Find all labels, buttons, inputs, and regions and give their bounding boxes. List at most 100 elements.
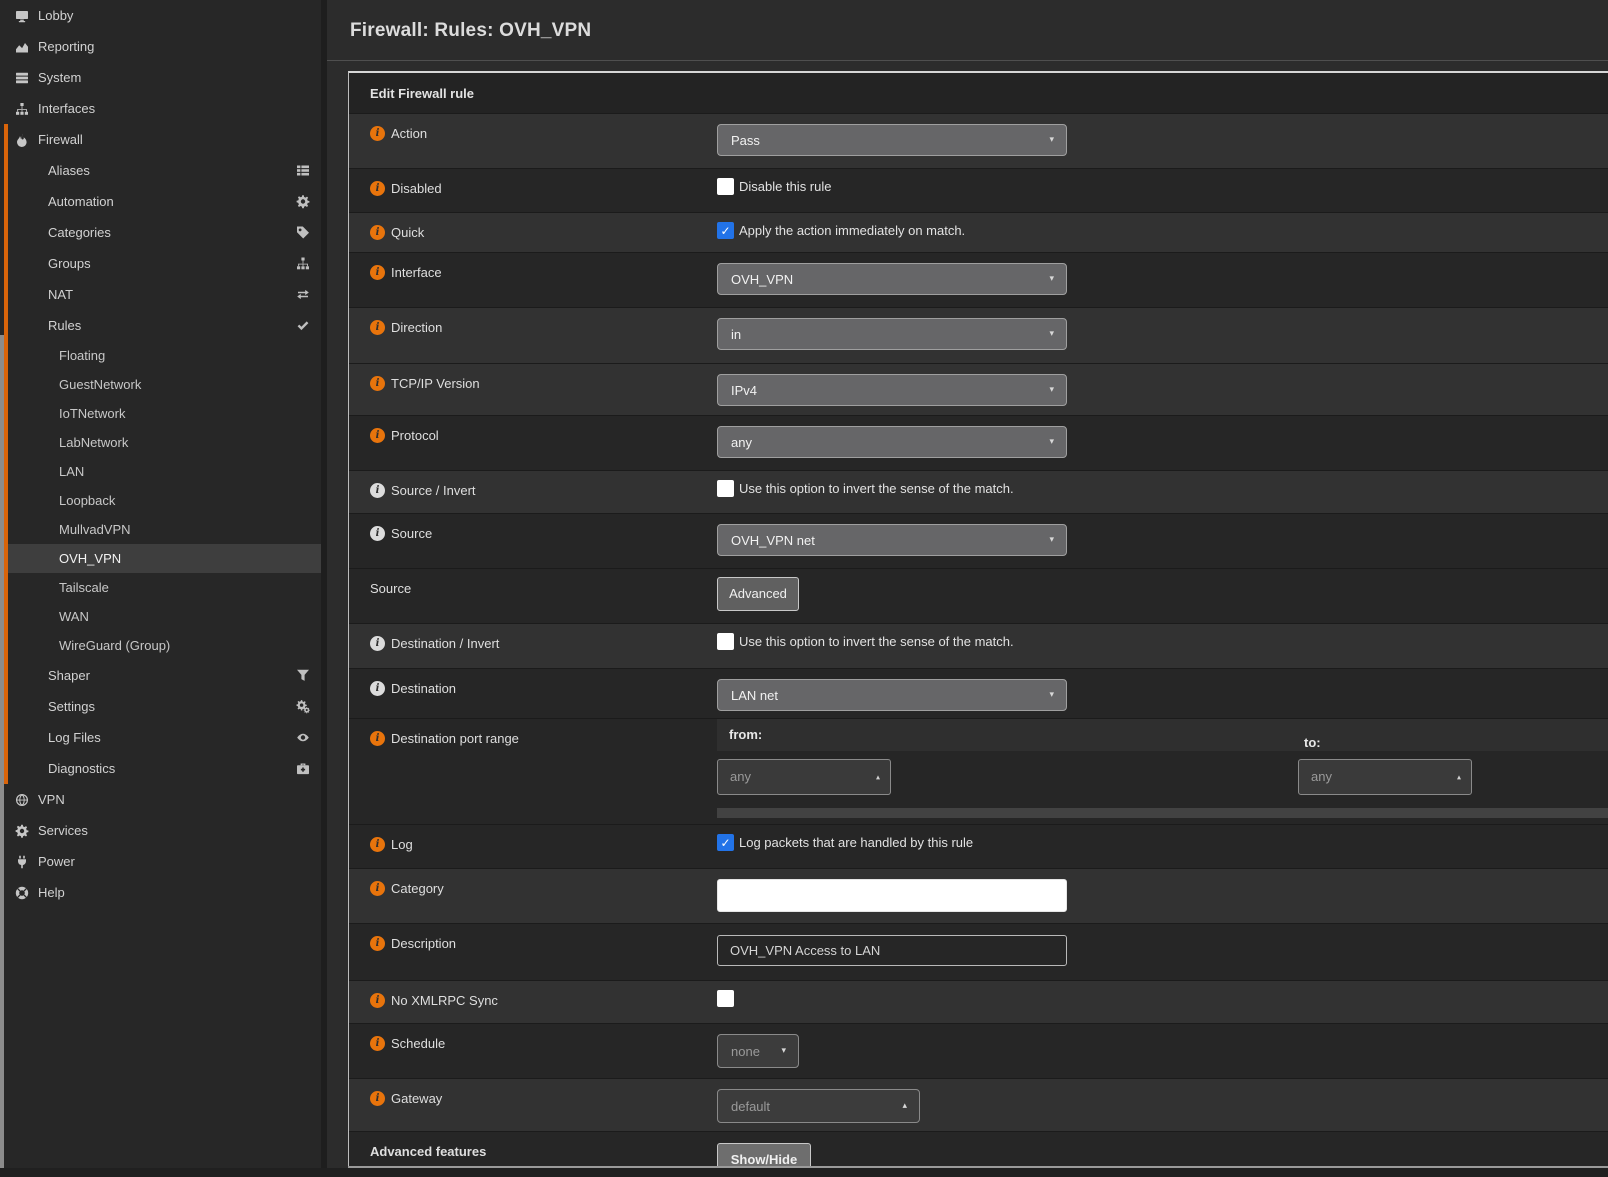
- sidebar-item-diagnostics[interactable]: Diagnostics: [0, 753, 321, 784]
- direction-select[interactable]: in▾: [717, 318, 1067, 350]
- label-cell-destination-port-range: i Destination port range: [349, 719, 717, 824]
- sidebar-item-firewall[interactable]: Firewall: [0, 124, 321, 155]
- sidebar-item-wireguard-group[interactable]: WireGuard (Group): [0, 631, 321, 660]
- sidebar-item-nat[interactable]: NAT: [0, 279, 321, 310]
- source-invert-checkbox[interactable]: [717, 480, 734, 497]
- sidebar-item-ovh-vpn[interactable]: OVH_VPN: [8, 544, 321, 573]
- action-select[interactable]: Pass▾: [717, 124, 1067, 156]
- sidebar-item-system[interactable]: System: [0, 62, 321, 93]
- info-icon[interactable]: i: [370, 376, 385, 391]
- sidebar-item-mullvadvpn[interactable]: MullvadVPN: [0, 515, 321, 544]
- info-icon[interactable]: i: [370, 181, 385, 196]
- info-icon[interactable]: i: [370, 483, 385, 498]
- destination-invert-checkbox[interactable]: [717, 633, 734, 650]
- gear-icon: [295, 194, 311, 209]
- sidebar-item-categories[interactable]: Categories: [0, 217, 321, 248]
- sidebar-item-settings[interactable]: Settings: [0, 691, 321, 722]
- port-from-select[interactable]: any▴: [717, 759, 891, 795]
- info-icon[interactable]: i: [370, 837, 385, 852]
- info-icon[interactable]: i: [370, 731, 385, 746]
- info-icon[interactable]: i: [370, 428, 385, 443]
- log-checkbox[interactable]: ✓: [717, 834, 734, 851]
- tcpip-version-select[interactable]: IPv4▾: [717, 374, 1067, 406]
- description-input[interactable]: [717, 935, 1067, 966]
- no-xmlrpc-sync-checkbox[interactable]: [717, 990, 734, 1007]
- sidebar-item-floating[interactable]: Floating: [0, 341, 321, 370]
- sidebar-item-automation[interactable]: Automation: [0, 186, 321, 217]
- sidebar-item-help[interactable]: Help: [0, 877, 321, 908]
- label-cell-tcpip-version: iTCP/IP Version: [349, 364, 717, 415]
- port-to-select[interactable]: any▴: [1298, 759, 1472, 795]
- info-icon[interactable]: i: [370, 1036, 385, 1051]
- sidebar-item-lobby[interactable]: Lobby: [0, 0, 321, 31]
- field-label: Category: [391, 881, 444, 897]
- sidebar-item-guestnetwork[interactable]: GuestNetwork: [0, 370, 321, 399]
- info-icon[interactable]: i: [370, 225, 385, 240]
- field-label: Gateway: [391, 1091, 442, 1107]
- sidebar-item-shaper[interactable]: Shaper: [0, 660, 321, 691]
- label-cell-action: iAction: [349, 114, 717, 168]
- field-label: Advanced features: [370, 1144, 486, 1160]
- sidebar-item-groups[interactable]: Groups: [0, 248, 321, 279]
- sidebar-item-rules[interactable]: Rules: [0, 310, 321, 341]
- field-label: Description: [391, 936, 456, 952]
- info-icon[interactable]: i: [370, 681, 385, 696]
- port-range-scrollbar[interactable]: [717, 808, 1608, 818]
- info-icon[interactable]: i: [370, 320, 385, 335]
- gateway-select[interactable]: default▴: [717, 1089, 920, 1123]
- info-icon[interactable]: i: [370, 1091, 385, 1106]
- category-input[interactable]: [717, 879, 1067, 912]
- row-disabled: iDisabledDisable this rule: [349, 168, 1608, 212]
- sidebar-item-vpn[interactable]: VPN: [0, 784, 321, 815]
- sidebar-item-loopback[interactable]: Loopback: [0, 486, 321, 515]
- sidebar-item-tailscale[interactable]: Tailscale: [0, 573, 321, 602]
- sidebar-item-services[interactable]: Services: [0, 815, 321, 846]
- destination-select[interactable]: LAN net▾: [717, 679, 1067, 711]
- info-icon[interactable]: i: [370, 881, 385, 896]
- sidebar-item-iotnetwork[interactable]: IoTNetwork: [0, 399, 321, 428]
- info-icon[interactable]: i: [370, 265, 385, 280]
- sidebar: LobbyReportingSystemInterfacesFirewallAl…: [0, 0, 321, 1169]
- sidebar-item-label: Automation: [48, 194, 114, 209]
- disabled-checkbox[interactable]: [717, 178, 734, 195]
- row-no-xmlrpc-sync: iNo XMLRPC Sync: [349, 980, 1608, 1023]
- row-destination-invert: iDestination / InvertUse this option to …: [349, 623, 1608, 668]
- sidebar-item-aliases[interactable]: Aliases: [0, 155, 321, 186]
- sidebar-item-reporting[interactable]: Reporting: [0, 31, 321, 62]
- info-icon[interactable]: i: [370, 993, 385, 1008]
- schedule-select[interactable]: none▾: [717, 1034, 799, 1068]
- fire-icon: [14, 132, 30, 147]
- sidebar-item-log-files[interactable]: Log Files: [0, 722, 321, 753]
- exchange-icon: [295, 287, 311, 302]
- info-icon[interactable]: i: [370, 936, 385, 951]
- sidebar-item-lan[interactable]: LAN: [0, 457, 321, 486]
- info-icon[interactable]: i: [370, 526, 385, 541]
- sidebar-item-label: WireGuard (Group): [59, 638, 170, 653]
- row-source: iSourceOVH_VPN net▾: [349, 513, 1608, 568]
- value-cell-description: [717, 924, 1608, 980]
- page-title: Firewall: Rules: OVH_VPN: [350, 20, 591, 42]
- sidebar-item-power[interactable]: Power: [0, 846, 321, 877]
- value-cell-destination-port-range: from:to:any▴any▴: [717, 719, 1608, 824]
- selected-value: default: [731, 1099, 770, 1114]
- sidebar-scrollbar[interactable]: [0, 335, 4, 1168]
- caret-down-icon: ▾: [1049, 690, 1054, 700]
- source-advanced-button[interactable]: Advanced: [717, 577, 799, 611]
- field-label: Destination port range: [391, 731, 519, 747]
- interface-select[interactable]: OVH_VPN▾: [717, 263, 1067, 295]
- sidebar-item-labnetwork[interactable]: LabNetwork: [0, 428, 321, 457]
- info-icon[interactable]: i: [370, 126, 385, 141]
- label-cell-destination: iDestination: [349, 669, 717, 718]
- sidebar-item-interfaces[interactable]: Interfaces: [0, 93, 321, 124]
- info-icon[interactable]: i: [370, 636, 385, 651]
- value-cell-protocol: any▾: [717, 416, 1608, 470]
- caret-down-icon: ▾: [1049, 535, 1054, 545]
- quick-checkbox[interactable]: ✓: [717, 222, 734, 239]
- label-cell-interface: iInterface: [349, 253, 717, 307]
- source-select[interactable]: OVH_VPN net▾: [717, 524, 1067, 556]
- field-label: Direction: [391, 320, 442, 336]
- row-source-advanced: SourceAdvanced: [349, 568, 1608, 623]
- sidebar-item-wan[interactable]: WAN: [0, 602, 321, 631]
- opnsense-app: LobbyReportingSystemInterfacesFirewallAl…: [0, 0, 1608, 1177]
- protocol-select[interactable]: any▾: [717, 426, 1067, 458]
